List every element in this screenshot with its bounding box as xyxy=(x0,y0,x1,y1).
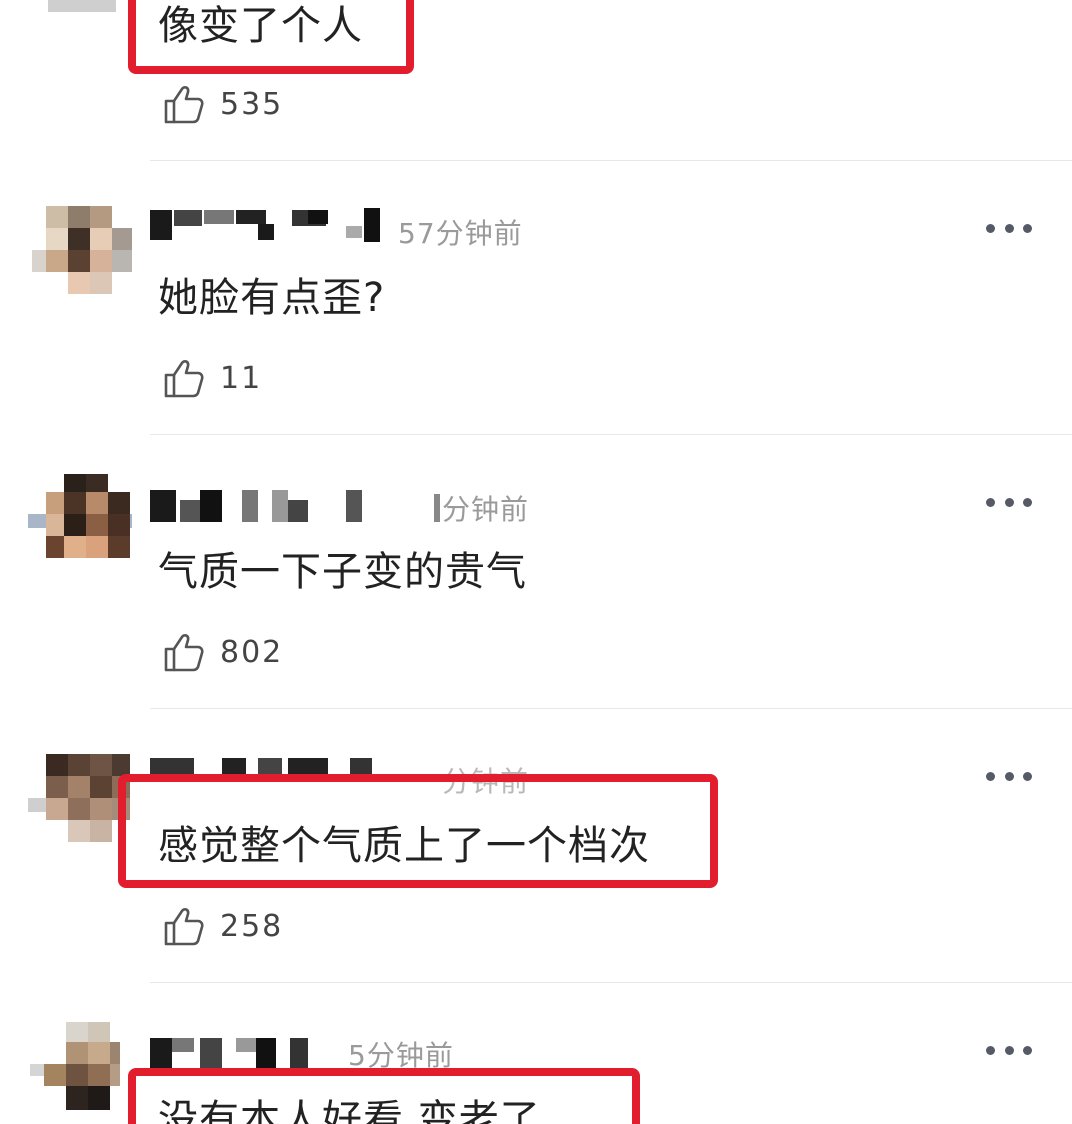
more-dots-icon xyxy=(986,771,995,781)
more-dots-icon xyxy=(986,497,995,507)
avatar[interactable] xyxy=(30,1022,134,1124)
comment-text: 感觉整个气质上了一个档次 xyxy=(158,823,650,869)
more-options-button[interactable] xyxy=(986,492,1032,512)
like-count: 802 xyxy=(220,634,284,670)
comment-item: 57分钟前 她脸有点歪? 11 xyxy=(0,160,1072,434)
username-redacted[interactable] xyxy=(150,206,390,246)
comment-text: 没有本人好看 变老了 xyxy=(158,1097,541,1124)
comment-list-page: 像变了个人 535 57分钟前 她脸有点歪? 11 分钟前 气质一下子变的贵气 … xyxy=(0,0,1072,1124)
username-redacted[interactable] xyxy=(150,1034,320,1074)
timestamp: 57分钟前 xyxy=(398,217,523,250)
more-options-button[interactable] xyxy=(986,1040,1032,1060)
thumbs-up-icon xyxy=(164,360,204,398)
like-count: 535 xyxy=(220,86,284,122)
like-button[interactable]: 258 xyxy=(162,904,283,948)
thumbs-up-icon xyxy=(164,86,204,124)
timestamp: 分钟前 xyxy=(442,493,530,526)
avatar[interactable] xyxy=(28,754,132,858)
more-options-button[interactable] xyxy=(986,766,1032,786)
comment-item: 5分钟前 没有本人好看 变老了 xyxy=(0,982,1072,1124)
timestamp: 分钟前 xyxy=(442,765,530,798)
more-dots-icon xyxy=(986,223,995,233)
comment-item: 像变了个人 535 xyxy=(0,0,1072,160)
avatar[interactable] xyxy=(32,206,136,310)
username-redacted[interactable] xyxy=(150,754,390,794)
timestamp: 5分钟前 xyxy=(348,1039,454,1072)
thumbs-up-icon xyxy=(164,634,204,672)
comment-text: 像变了个人 xyxy=(158,3,363,49)
more-dots-icon xyxy=(986,1045,995,1055)
thumbs-up-icon xyxy=(164,908,204,946)
like-button[interactable]: 802 xyxy=(162,630,283,674)
comment-item: 分钟前 气质一下子变的贵气 802 xyxy=(0,434,1072,708)
comment-item: 分钟前 感觉整个气质上了一个档次 258 xyxy=(0,708,1072,982)
comment-text: 她脸有点歪? xyxy=(158,275,386,321)
avatar[interactable] xyxy=(28,474,132,578)
like-button[interactable]: 535 xyxy=(162,82,283,126)
more-options-button[interactable] xyxy=(986,218,1032,238)
comment-text: 气质一下子变的贵气 xyxy=(158,549,527,595)
like-button[interactable]: 11 xyxy=(162,356,262,400)
username-redacted[interactable] xyxy=(150,486,440,526)
like-count: 11 xyxy=(220,360,263,396)
like-count: 258 xyxy=(220,908,284,944)
avatar[interactable] xyxy=(48,0,116,12)
